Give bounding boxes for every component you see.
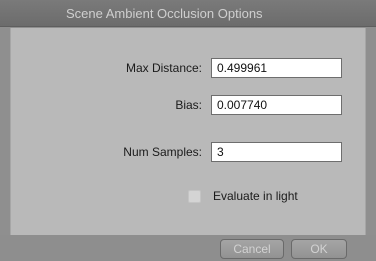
evaluate-in-light-label[interactable]: Evaluate in light — [213, 189, 298, 203]
title-bar[interactable]: Scene Ambient Occlusion Options — [0, 0, 376, 27]
bias-input[interactable] — [211, 95, 342, 115]
bias-label: Bias: — [175, 98, 202, 112]
max-distance-label: Max Distance: — [125, 61, 202, 75]
num-samples-label: Num Samples: — [123, 145, 202, 159]
window-title: Scene Ambient Occlusion Options — [66, 6, 263, 21]
max-distance-input[interactable] — [211, 58, 342, 78]
evaluate-in-light-checkbox[interactable] — [188, 190, 201, 203]
cancel-button[interactable]: Cancel — [220, 239, 284, 259]
num-samples-input[interactable] — [211, 142, 342, 162]
ok-button[interactable]: OK — [291, 239, 347, 259]
ambient-occlusion-dialog: Scene Ambient Occlusion Options Max Dist… — [0, 0, 376, 261]
